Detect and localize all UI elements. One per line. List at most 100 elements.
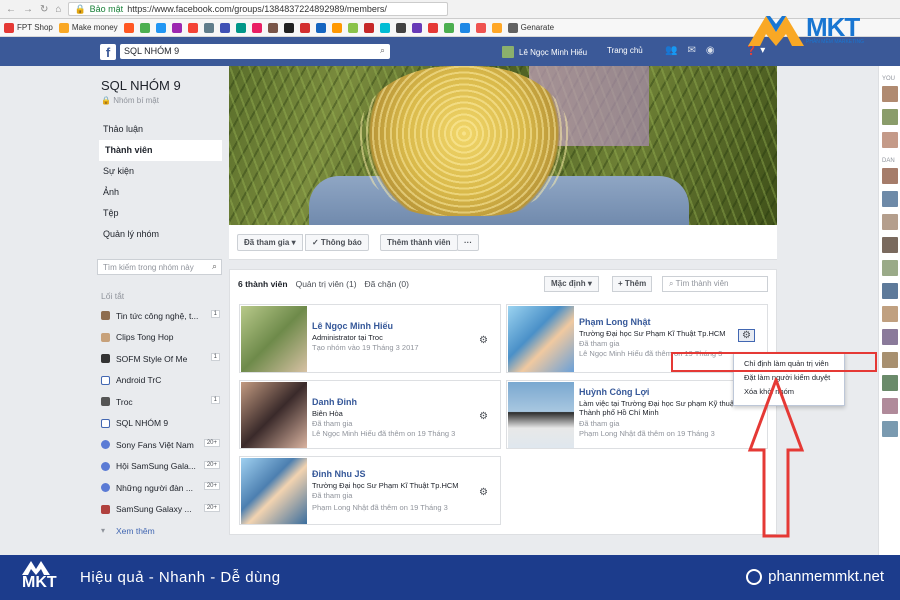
bookmark-icon[interactable] xyxy=(219,22,230,33)
address-bar[interactable]: 🔒 Bảo mật https://www.facebook.com/group… xyxy=(68,2,449,16)
bookmark-icon[interactable] xyxy=(139,22,150,33)
shortcut-item[interactable]: SamSung Galaxy ... 20+ xyxy=(97,499,222,521)
bookmark-icon[interactable] xyxy=(315,22,326,33)
shortcut-item[interactable]: SQL NHÓM 9 xyxy=(97,413,222,435)
avatar[interactable] xyxy=(882,214,898,230)
search-icon[interactable]: ⌕ xyxy=(212,261,217,272)
bookmark-icon[interactable] xyxy=(459,22,470,33)
avatar[interactable] xyxy=(882,260,898,276)
bookmark-icon[interactable] xyxy=(379,22,390,33)
member-photo[interactable] xyxy=(508,306,574,372)
tab-admins[interactable]: Quản trị viên (1) xyxy=(296,279,357,289)
avatar[interactable] xyxy=(882,283,898,299)
nav-members[interactable]: Thành viên xyxy=(97,140,222,161)
avatar[interactable] xyxy=(882,375,898,391)
back-icon[interactable]: ← xyxy=(6,4,16,15)
member-name[interactable]: Đinh Nhu JS xyxy=(312,469,366,479)
facebook-search-input[interactable]: SQL NHÓM 9 ⌕ xyxy=(120,44,390,59)
notifications-icon[interactable]: ◉ xyxy=(706,45,715,56)
avatar[interactable] xyxy=(882,237,898,253)
member-name[interactable]: Danh Đinh xyxy=(312,397,357,407)
avatar[interactable] xyxy=(882,421,898,437)
member-name[interactable]: Phạm Long Nhật xyxy=(579,317,651,327)
joined-button[interactable]: Đã tham gia ▾ xyxy=(237,234,303,251)
avatar[interactable] xyxy=(882,306,898,322)
shortcut-item[interactable]: Tin tức công nghệ, t... 1 xyxy=(97,305,222,327)
member-photo[interactable] xyxy=(508,382,574,448)
gear-icon[interactable]: ⚙ xyxy=(479,487,488,498)
facebook-logo-icon[interactable]: f xyxy=(100,44,116,60)
bookmark-fptshop[interactable]: FPT Shop xyxy=(4,22,53,33)
bookmark-icon[interactable] xyxy=(235,22,246,33)
friend-requests-icon[interactable]: 👥 xyxy=(665,45,677,56)
add-button[interactable]: + Thêm xyxy=(612,276,653,292)
tab-blocked[interactable]: Đã chặn (0) xyxy=(365,279,409,289)
bookmark-icon[interactable] xyxy=(411,22,422,33)
tab-all-members[interactable]: 6 thành viên xyxy=(238,279,288,289)
nav-files[interactable]: Tệp xyxy=(97,203,222,224)
bookmark-icon[interactable] xyxy=(155,22,166,33)
member-photo[interactable] xyxy=(241,458,307,524)
bookmark-icon[interactable] xyxy=(299,22,310,33)
shortcut-item[interactable]: Android TrC xyxy=(97,370,222,392)
bookmark-icon[interactable] xyxy=(427,22,438,33)
home-link[interactable]: Trang chủ xyxy=(607,46,643,55)
bookmark-icon[interactable] xyxy=(283,22,294,33)
bookmark-icon[interactable] xyxy=(251,22,262,33)
avatar[interactable] xyxy=(882,132,898,148)
bookmark-icon[interactable] xyxy=(395,22,406,33)
gear-icon[interactable]: ⚙ xyxy=(479,335,488,346)
shortcut-item[interactable]: SOFM Style Of Me 1 xyxy=(97,348,222,370)
bookmark-icon[interactable] xyxy=(267,22,278,33)
shortcut-item[interactable]: Clips Tong Hop xyxy=(97,327,222,349)
bookmark-icon[interactable] xyxy=(443,22,454,33)
shortcut-item[interactable]: Troc 1 xyxy=(97,391,222,413)
home-icon[interactable]: ⌂ xyxy=(55,4,61,15)
see-more-link[interactable]: ▾ Xem thêm xyxy=(97,520,222,542)
gear-icon[interactable]: ⚙ xyxy=(479,411,488,422)
group-name[interactable]: SQL NHÓM 9 xyxy=(101,78,222,93)
forward-icon[interactable]: → xyxy=(23,4,33,15)
avatar[interactable] xyxy=(882,398,898,414)
bookmark-icon[interactable] xyxy=(331,22,342,33)
avatar[interactable] xyxy=(882,329,898,345)
member-name[interactable]: Lê Ngọc Minh Hiếu xyxy=(312,321,393,331)
more-button[interactable]: ··· xyxy=(457,234,479,251)
bookmark-genarate[interactable]: Genarate xyxy=(507,22,554,33)
nav-manage-group[interactable]: Quản lý nhóm xyxy=(97,224,222,245)
add-member-button[interactable]: Thêm thành viên xyxy=(380,234,458,251)
footer-site[interactable]: phanmemmkt.net xyxy=(746,568,884,585)
bookmark-icon[interactable] xyxy=(123,22,134,33)
nav-discussion[interactable]: Thảo luận xyxy=(97,119,222,140)
nav-events[interactable]: Sự kiện xyxy=(97,161,222,182)
avatar[interactable] xyxy=(882,86,898,102)
search-icon[interactable]: ⌕ xyxy=(380,45,385,56)
shortcut-item[interactable]: Sony Fans Việt Nam 20+ xyxy=(97,434,222,456)
bookmark-icon[interactable] xyxy=(475,22,486,33)
bookmark-icon[interactable] xyxy=(347,22,358,33)
bookmark-icon[interactable] xyxy=(203,22,214,33)
member-photo[interactable] xyxy=(241,306,307,372)
member-search-input[interactable]: ⌕ Tìm thành viên xyxy=(662,276,768,292)
bookmark-make-money[interactable]: Make money xyxy=(58,22,118,33)
avatar[interactable] xyxy=(882,109,898,125)
nav-photos[interactable]: Ảnh xyxy=(97,182,222,203)
profile-link[interactable]: Lê Ngọc Minh Hiếu xyxy=(502,46,587,58)
member-name[interactable]: Huỳnh Công Lợi xyxy=(579,387,649,397)
reload-icon[interactable]: ↻ xyxy=(40,4,48,15)
gear-icon[interactable]: ⚙ xyxy=(738,329,755,342)
bookmark-icon[interactable] xyxy=(363,22,374,33)
avatar[interactable] xyxy=(882,352,898,368)
notifications-button[interactable]: ✓ Thông báo xyxy=(305,234,369,251)
cover-photo[interactable] xyxy=(229,66,777,225)
avatar[interactable] xyxy=(882,168,898,184)
shortcut-item[interactable]: Hội SamSung Gala... 20+ xyxy=(97,456,222,478)
messenger-icon[interactable]: ✉ xyxy=(687,45,695,56)
bookmark-icon[interactable] xyxy=(171,22,182,33)
bookmark-icon[interactable] xyxy=(187,22,198,33)
bookmark-icon[interactable] xyxy=(491,22,502,33)
member-photo[interactable] xyxy=(241,382,307,448)
shortcut-item[interactable]: Những người đàn ... 20+ xyxy=(97,477,222,499)
group-search-input[interactable]: Tìm kiếm trong nhóm này ⌕ xyxy=(97,259,222,275)
sort-dropdown[interactable]: Mặc định ▾ xyxy=(544,276,599,292)
